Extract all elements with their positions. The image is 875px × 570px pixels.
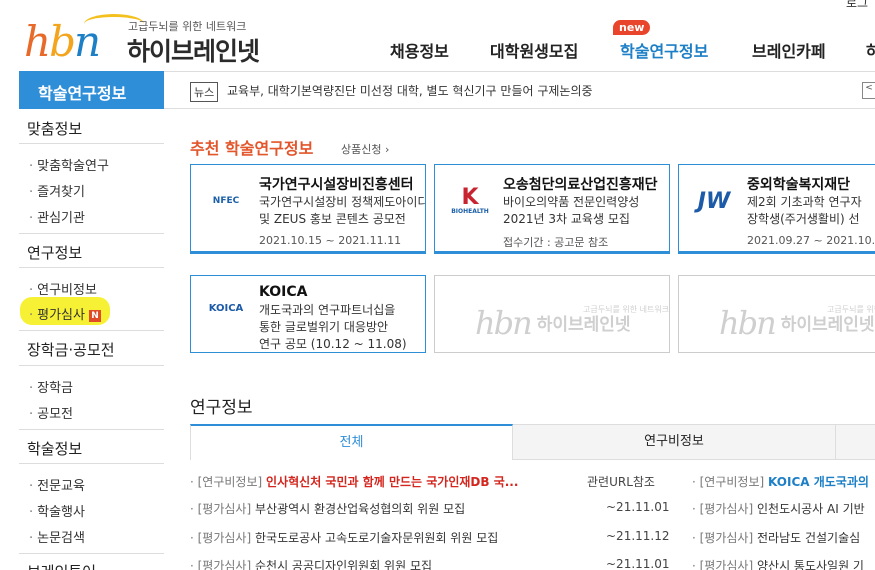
- recommended-card[interactable]: NFEC 국가연구시설장비진흥센터 국가연구시설장비 정책제도아이디어 및 ZEU…: [190, 164, 426, 254]
- list-item-date: ~21.11.01: [606, 557, 670, 570]
- list-item[interactable]: · [평가심사] 인천도시공사 AI 기반: [692, 500, 865, 517]
- news-headline[interactable]: 교육부, 대학기본역량진단 미선정 대학, 별도 혁신기구 만들어 구제논의중: [227, 82, 593, 99]
- sidebar-section-academic[interactable]: 학술정보: [27, 438, 82, 459]
- list-item[interactable]: · [연구비정보] 인사혁신처 국민과 함께 만드는 국가인재DB 국...: [190, 473, 518, 490]
- list-item[interactable]: · [평가심사] 양산시 통도사일원 기: [692, 557, 864, 570]
- sidebar-item-research-funding[interactable]: 연구비정보: [29, 279, 97, 298]
- card-title: 오송첨단의료산업진흥재단: [503, 177, 658, 193]
- card-title: KOICA: [259, 284, 308, 300]
- sidebar-section-brain-tour[interactable]: 브레인투어: [27, 561, 96, 570]
- card-desc: 개도국과의 연구파트너십을 통한 글로벌위기 대응방안 연구 공모 (10.12 ~…: [259, 303, 407, 351]
- sidebar-item-favorites[interactable]: 즐겨찾기: [29, 181, 85, 200]
- sidebar-item-scholarship[interactable]: 장학금: [29, 377, 73, 396]
- list-item-date: 관련URL참조: [587, 475, 655, 489]
- sidebar-item-events[interactable]: 학술행사: [29, 501, 85, 520]
- biohealth-logo: K BIOHEALTH: [451, 184, 489, 215]
- sidebar-item-interest-orgs[interactable]: 관심기관: [29, 207, 85, 226]
- nav-more[interactable]: 하: [866, 38, 875, 62]
- sidebar-divider: [19, 143, 164, 144]
- recommended-card[interactable]: JW 중외학술복지재단 제2회 기초과학 연구자 장학생(주거생활비) 선 202…: [678, 164, 875, 254]
- sidebar-divider: [19, 330, 164, 331]
- list-item-date: ~21.11.01: [606, 500, 670, 514]
- list-item[interactable]: · [평가심사] 전라남도 건설기술심: [692, 529, 860, 546]
- research-tabs: 전체 연구비정보: [190, 424, 875, 460]
- sidebar-section-scholarship[interactable]: 장학금·공모전: [27, 339, 115, 360]
- card-desc: 국가연구시설장비 정책제도아이디어 및 ZEUS 홍보 콘텐츠 공모전: [259, 195, 426, 226]
- recommended-title: 추천 학술연구정보: [190, 139, 314, 158]
- list-item[interactable]: · [평가심사] 부산광역시 환경산업육성협의회 위원 모집: [190, 500, 465, 517]
- sidebar-item-custom-research[interactable]: 맞춤학술연구: [29, 155, 109, 174]
- sidebar-section-research[interactable]: 연구정보: [27, 242, 82, 263]
- sidebar-item-evaluation[interactable]: 평가심사N: [29, 304, 101, 323]
- nfec-logo: NFEC: [212, 196, 240, 206]
- sidebar-divider: [19, 267, 164, 268]
- sidebar-divider: [19, 553, 164, 554]
- empty-ad-slot: 고급두뇌를 위한 네트워크 hbn하이브레인넷: [678, 275, 875, 353]
- card-date: 2021.09.27 ~ 2021.10.29: [747, 234, 875, 247]
- news-prev-button[interactable]: <: [862, 82, 875, 99]
- nav-grad-recruit[interactable]: 대학원생모집: [490, 38, 578, 62]
- sidebar-section-custom[interactable]: 맞춤정보: [27, 118, 82, 139]
- nav-jobs[interactable]: 채용정보: [390, 38, 449, 62]
- hbn-placeholder-logo: 고급두뇌를 위한 네트워크 hbn하이브레인넷: [719, 304, 875, 342]
- tab-more[interactable]: [835, 424, 875, 460]
- recommended-card[interactable]: KOICA KOICA 개도국과의 연구파트너십을 통한 글로벌위기 대응방안 연구…: [190, 275, 426, 353]
- card-title: 국가연구시설장비진흥센터: [259, 177, 414, 193]
- nav-brain-cafe[interactable]: 브레인카페: [752, 38, 826, 62]
- sidebar-divider: [19, 463, 164, 464]
- empty-ad-slot: 고급두뇌를 위한 네트워크 hbn하이브레인넷: [434, 275, 670, 353]
- card-desc: 바이오의약품 전문인력양성 2021년 3차 교육생 모집: [503, 195, 640, 226]
- recommended-card[interactable]: K BIOHEALTH 오송첨단의료산업진흥재단 바이오의약품 전문인력양성 20…: [434, 164, 670, 254]
- card-title: 중외학술복지재단: [747, 177, 851, 193]
- koica-logo: KOICA: [208, 302, 244, 314]
- hbn-placeholder-logo: 고급두뇌를 위한 네트워크 hbn하이브레인넷: [475, 304, 670, 342]
- research-info-title: 연구정보: [190, 398, 253, 418]
- card-date: 2021.10.15 ~ 2021.11.11: [259, 234, 402, 247]
- list-item[interactable]: · [평가심사] 순천시 공공디자인위원회 위원 모집: [190, 557, 432, 570]
- product-apply-link[interactable]: 상품신청 ›: [341, 141, 389, 157]
- sidebar-item-education[interactable]: 전문교육: [29, 475, 85, 494]
- list-item[interactable]: · [연구비정보] KOICA 개도국과의: [692, 473, 869, 490]
- nav-academic-research[interactable]: 학술연구정보: [620, 38, 708, 62]
- login-link[interactable]: 로그: [846, 0, 868, 11]
- card-date: 접수기간 : 공고문 참조: [503, 236, 609, 249]
- new-badge: new: [613, 20, 651, 35]
- sidebar-item-paper-search[interactable]: 논문검색: [29, 527, 85, 546]
- new-item-badge: N: [88, 310, 101, 322]
- list-item[interactable]: · [평가심사] 한국도로공사 고속도로기술자문위원회 위원 모집: [190, 529, 498, 546]
- list-item-date: ~21.11.12: [606, 529, 670, 543]
- card-desc: 제2회 기초과학 연구자 장학생(주거생활비) 선: [747, 195, 862, 226]
- sidebar-divider: [19, 233, 164, 234]
- sidebar-item-contest[interactable]: 공모전: [29, 403, 73, 422]
- jw-logo: JW: [697, 188, 731, 214]
- sidebar-divider: [19, 429, 164, 430]
- tab-research-funding[interactable]: 연구비정보: [513, 424, 835, 460]
- newsbar-divider: [164, 71, 875, 72]
- news-tag: 뉴스: [190, 82, 219, 102]
- sidebar-divider: [19, 365, 164, 366]
- newsbar-divider: [164, 108, 875, 109]
- tab-all[interactable]: 전체: [190, 424, 513, 460]
- k-mark-icon: K: [461, 184, 479, 210]
- sidebar-title[interactable]: 학술연구정보: [19, 71, 164, 109]
- main-nav: 채용정보 대학원생모집 학술연구정보 브레인카페 하: [0, 38, 875, 62]
